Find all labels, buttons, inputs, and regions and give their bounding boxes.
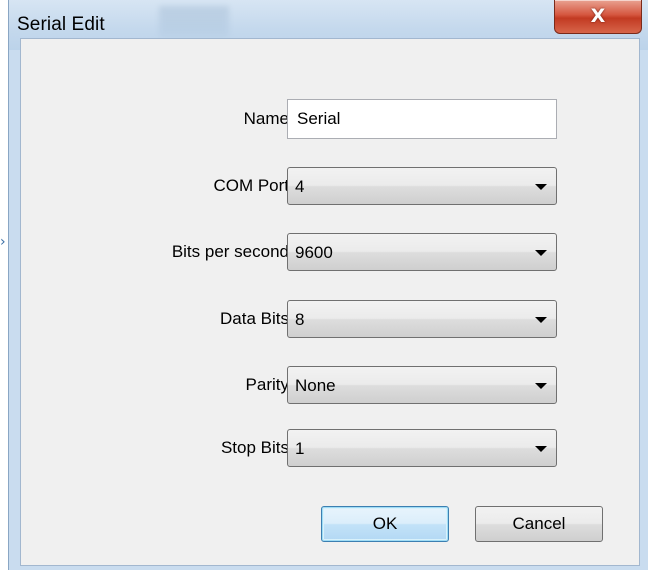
name-label: Name	[243, 109, 289, 128]
bits-per-second-label: Bits per second	[171, 242, 289, 261]
stop-bits-row: Stop Bits 1	[21, 428, 641, 468]
data-bits-row: Data Bits 8	[21, 299, 641, 339]
data-bits-label: Data Bits	[220, 309, 289, 328]
name-row: Name Serial	[21, 99, 641, 139]
parity-row: Parity None	[21, 365, 641, 405]
parity-select[interactable]: None	[287, 366, 557, 404]
chevron-right-icon: ›	[0, 234, 6, 250]
screen: › Serial Edit X Name Serial COM Port 4 B…	[0, 0, 648, 570]
parity-value: None	[295, 376, 336, 395]
close-icon: X	[590, 5, 606, 27]
chevron-down-icon	[535, 383, 547, 389]
com-port-row: COM Port 4	[21, 166, 641, 206]
bits-per-second-row: Bits per second 9600	[21, 232, 641, 272]
com-port-select[interactable]: 4	[287, 167, 557, 205]
com-port-value: 4	[295, 177, 305, 196]
title-bar-glass-reflection	[159, 6, 229, 38]
ok-button[interactable]: OK	[321, 506, 449, 542]
dialog-client-area: Name Serial COM Port 4 Bits per second 9…	[20, 38, 640, 566]
bits-per-second-value: 9600	[295, 243, 333, 262]
window-title: Serial Edit	[17, 14, 105, 35]
name-input[interactable]: Serial	[287, 99, 557, 139]
stop-bits-value: 1	[295, 439, 305, 458]
data-bits-select[interactable]: 8	[287, 300, 557, 338]
chevron-down-icon	[535, 317, 547, 323]
data-bits-value: 8	[295, 310, 305, 329]
stop-bits-label: Stop Bits	[220, 438, 289, 457]
chevron-down-icon	[535, 184, 547, 190]
chevron-down-icon	[535, 446, 547, 452]
parity-label: Parity	[245, 375, 289, 394]
bits-per-second-select[interactable]: 9600	[287, 233, 557, 271]
com-port-label: COM Port	[213, 176, 289, 195]
stop-bits-select[interactable]: 1	[287, 429, 557, 467]
cancel-button[interactable]: Cancel	[475, 506, 603, 542]
chevron-down-icon	[535, 250, 547, 256]
close-button[interactable]: X	[554, 0, 642, 34]
serial-edit-dialog: Serial Edit X Name Serial COM Port 4 Bit…	[8, 0, 648, 570]
